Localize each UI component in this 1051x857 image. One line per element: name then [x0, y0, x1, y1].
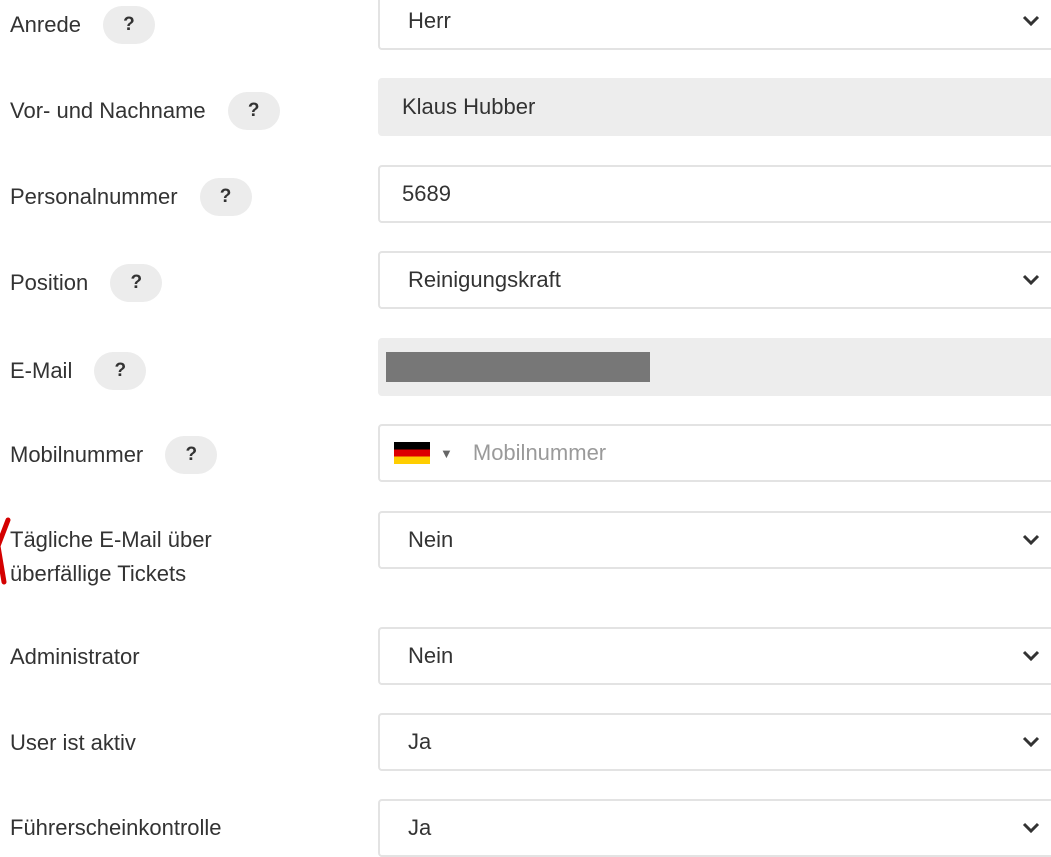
administrator-value: Nein: [408, 643, 454, 668]
daily-email-label-line1: Tägliche E-Mail über: [10, 527, 212, 552]
label-administrator: Administrator: [10, 640, 140, 674]
label-mobil: Mobilnummer ?: [10, 436, 218, 474]
name-label-text: Vor- und Nachname: [10, 98, 206, 123]
fuehrerschein-label-text: Führerscheinkontrolle: [10, 815, 222, 840]
anrede-label-text: Anrede: [10, 12, 81, 37]
label-personalnummer: Personalnummer ?: [10, 178, 252, 216]
daily-email-value: Nein: [408, 527, 454, 552]
personalnummer-value: 5689: [402, 181, 451, 206]
personalnummer-label-text: Personalnummer: [10, 184, 178, 209]
daily-email-select[interactable]: Nein: [378, 511, 1051, 569]
email-label-text: E-Mail: [10, 358, 73, 383]
position-value: Reinigungskraft: [408, 267, 561, 292]
chevron-down-icon: [1022, 534, 1040, 546]
label-position: Position ?: [10, 264, 163, 302]
label-anrede: Anrede ?: [10, 6, 155, 44]
fuehrerschein-select[interactable]: Ja: [378, 799, 1051, 857]
administrator-select[interactable]: Nein: [378, 627, 1051, 685]
anrede-value: Herr: [408, 8, 451, 33]
mobil-placeholder: Mobilnummer: [472, 440, 607, 465]
chevron-down-icon: [1022, 822, 1040, 834]
help-icon[interactable]: ?: [94, 352, 147, 390]
chevron-down-icon: [1022, 274, 1040, 286]
label-daily-email: Tägliche E-Mail über überfällige Tickets: [10, 523, 212, 591]
help-icon[interactable]: ?: [110, 264, 163, 302]
name-value: Klaus Hubber: [402, 94, 536, 119]
position-label-text: Position: [10, 270, 89, 295]
personalnummer-input[interactable]: 5689: [378, 165, 1051, 223]
email-field: [378, 338, 1051, 396]
mobil-label-text: Mobilnummer: [10, 442, 144, 467]
label-name: Vor- und Nachname ?: [10, 92, 280, 130]
label-aktiv: User ist aktiv: [10, 726, 136, 760]
label-email: E-Mail ?: [10, 352, 147, 390]
mobil-input[interactable]: ▼ Mobilnummer: [378, 424, 1051, 482]
position-select[interactable]: Reinigungskraft: [378, 251, 1051, 309]
redaction-mask: [386, 352, 650, 382]
caret-down-icon[interactable]: ▼: [440, 446, 453, 461]
anrede-select[interactable]: Herr: [378, 0, 1051, 50]
fuehrerschein-value: Ja: [408, 815, 432, 840]
administrator-label-text: Administrator: [10, 644, 140, 669]
name-field: Klaus Hubber: [378, 78, 1051, 136]
label-fuehrerschein: Führerscheinkontrolle: [10, 811, 222, 845]
flag-germany-icon[interactable]: [394, 442, 430, 464]
help-icon[interactable]: ?: [199, 178, 252, 216]
chevron-down-icon: [1022, 736, 1040, 748]
help-icon[interactable]: ?: [102, 6, 155, 44]
help-icon[interactable]: ?: [165, 436, 218, 474]
aktiv-select[interactable]: Ja: [378, 713, 1051, 771]
daily-email-label-line2: überfällige Tickets: [10, 561, 187, 586]
aktiv-label-text: User ist aktiv: [10, 730, 136, 755]
chevron-down-icon: [1022, 650, 1040, 662]
chevron-down-icon: [1022, 15, 1040, 27]
help-icon[interactable]: ?: [227, 92, 280, 130]
aktiv-value: Ja: [408, 729, 432, 754]
